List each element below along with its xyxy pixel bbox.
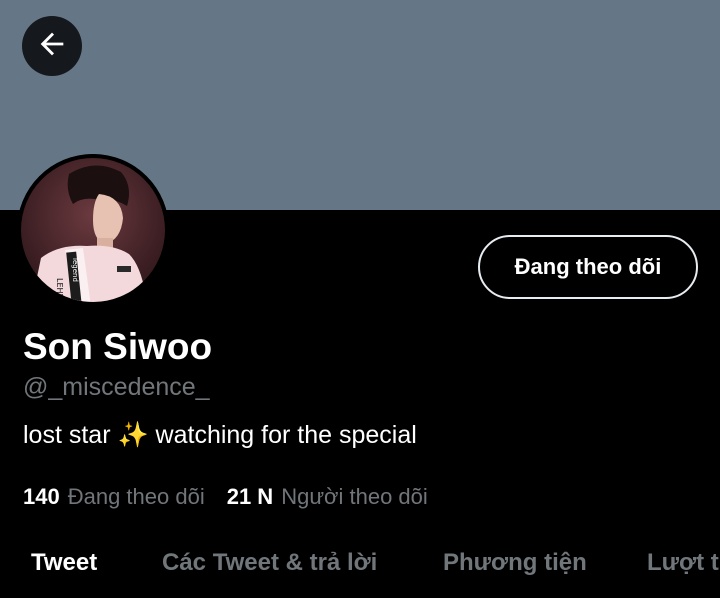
profile-tabs: Tweet Các Tweet & trả lời Phương tiện Lư… <box>0 536 720 598</box>
followers-label: Người theo dõi <box>281 484 428 509</box>
display-name: Son Siwoo <box>23 326 213 367</box>
back-button[interactable] <box>22 16 82 76</box>
followers-stat[interactable]: 21 N Người theo dõi <box>227 480 428 514</box>
tab-tweets-and-replies[interactable]: Các Tweet & trả lời <box>162 546 377 580</box>
arrow-left-icon <box>35 27 69 66</box>
avatar[interactable]: LEHENDS legend <box>17 154 169 306</box>
following-button[interactable]: Đang theo dõi <box>478 235 698 299</box>
tab-likes[interactable]: Lượt thích <box>647 546 720 580</box>
tab-media[interactable]: Phương tiện <box>443 546 587 580</box>
following-count: 140 <box>23 484 60 509</box>
profile-stats: 140 Đang theo dõi 21 N Người theo dõi <box>23 480 428 514</box>
followers-count: 21 N <box>226 484 274 509</box>
avatar-jacket-text-2: legend <box>71 258 79 282</box>
user-handle: @_miscedence_ <box>23 373 210 401</box>
profile-page: LEHENDS legend Đang theo dõi Son Siwoo @… <box>0 0 720 598</box>
profile-bio: lost star ✨ watching for the special <box>23 421 417 449</box>
following-stat[interactable]: 140 Đang theo dõi <box>23 480 205 514</box>
following-label: Đang theo dõi <box>67 484 205 509</box>
tab-tweets[interactable]: Tweet <box>31 546 97 580</box>
